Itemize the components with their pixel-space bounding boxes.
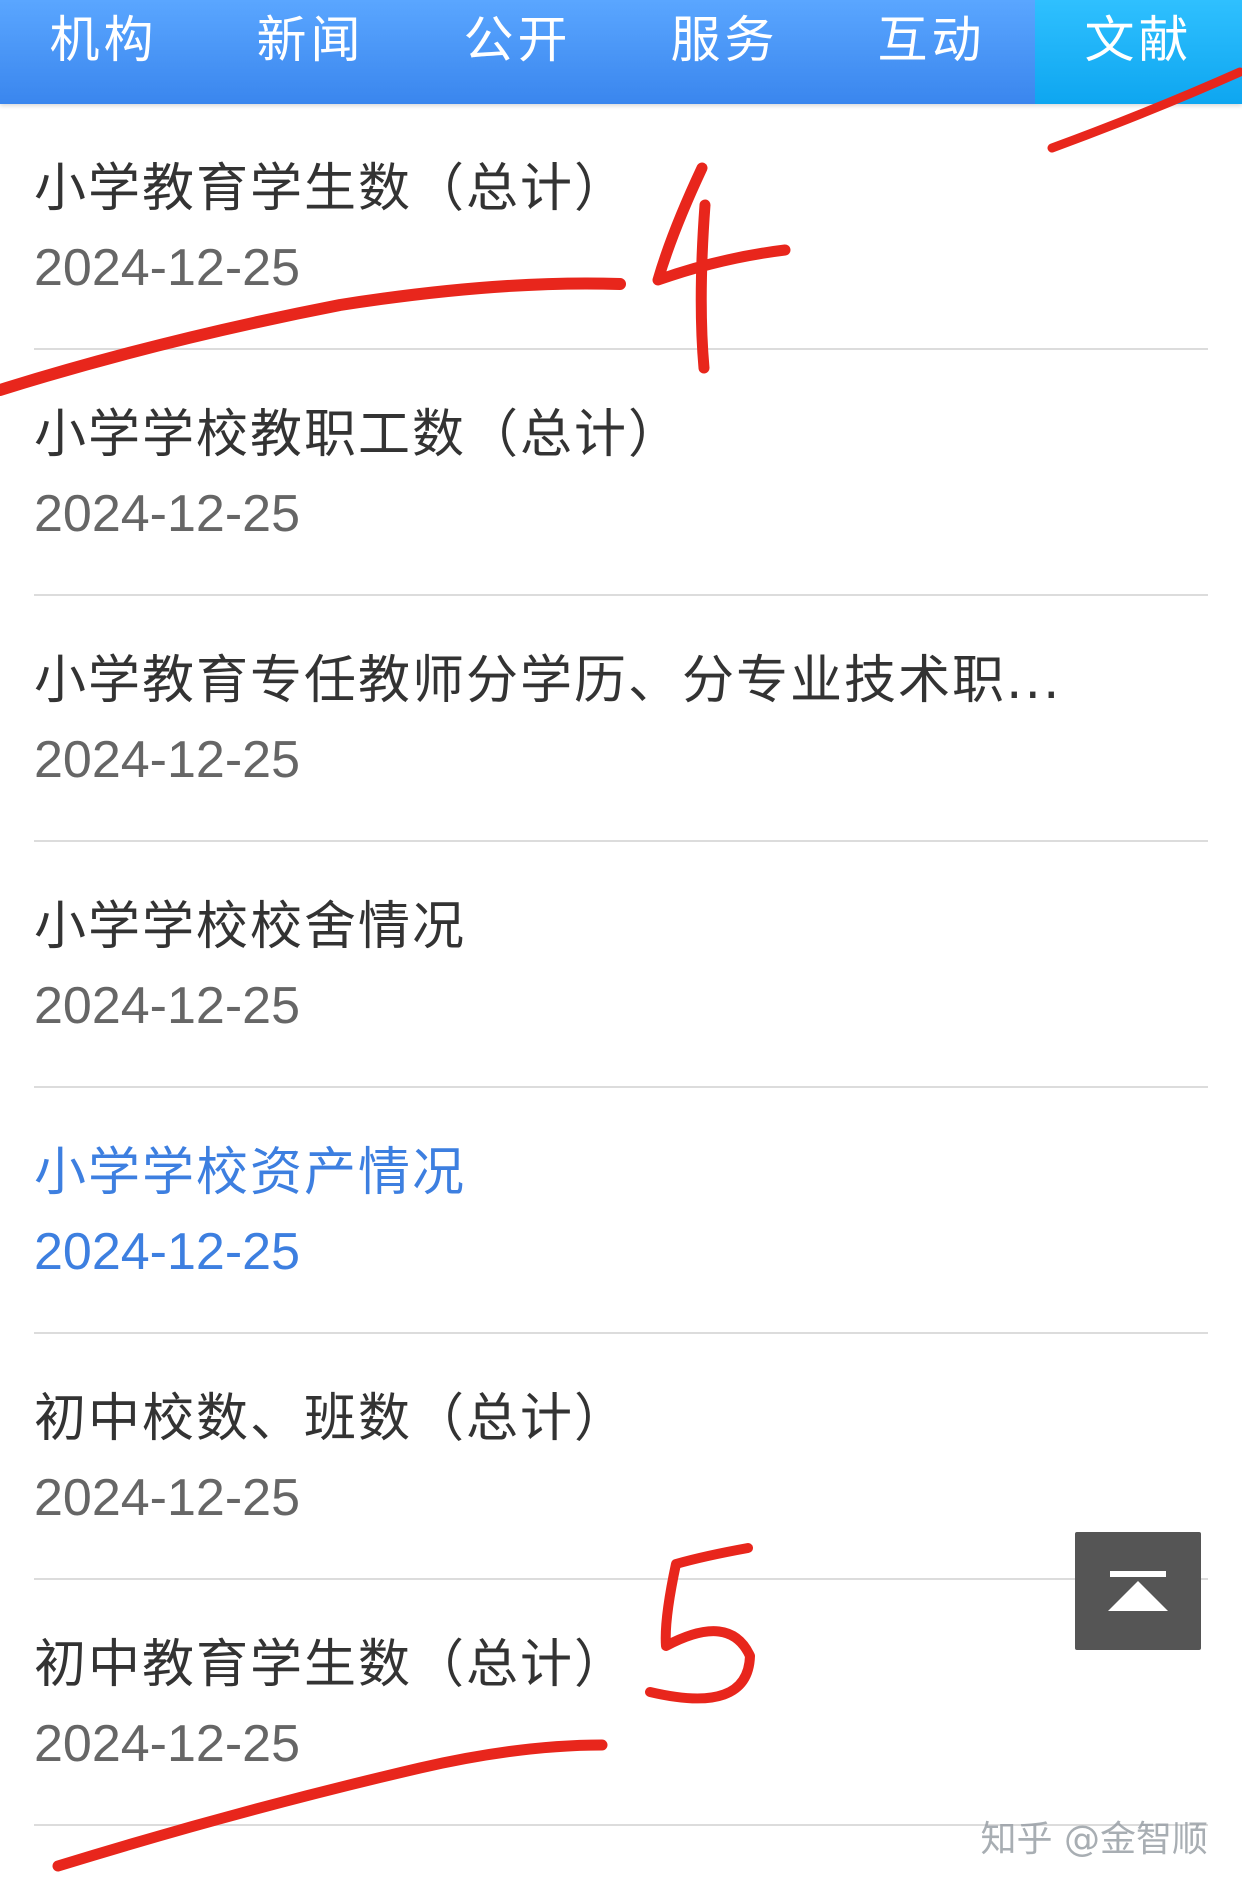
item-date: 2024-12-25 xyxy=(34,239,300,297)
list-item[interactable]: 初中教育学生数（总计） 2024-12-25 xyxy=(34,1580,1208,1826)
document-list: 小学教育学生数（总计） 2024-12-25 小学学校教职工数（总计） 2024… xyxy=(0,104,1242,1826)
tab-disclosure[interactable]: 公开 xyxy=(414,0,621,104)
tab-documents[interactable]: 文献 xyxy=(1035,0,1242,104)
item-date: 2024-12-25 xyxy=(34,1223,300,1281)
list-item[interactable]: 初中校数、班数（总计） 2024-12-25 xyxy=(34,1334,1208,1580)
list-item[interactable]: 小学教育专任教师分学历、分专业技术职... 2024-12-25 xyxy=(34,596,1208,842)
watermark: 知乎 @金智顺 xyxy=(980,1819,1208,1860)
back-to-top-button[interactable] xyxy=(1075,1532,1201,1650)
list-item[interactable]: 小学教育学生数（总计） 2024-12-25 xyxy=(34,104,1208,350)
item-date: 2024-12-25 xyxy=(34,731,300,789)
item-title: 小学教育专任教师分学历、分专业技术职... xyxy=(34,651,1062,711)
tab-institutions[interactable]: 机构 xyxy=(0,0,207,104)
list-item[interactable]: 小学学校校舍情况 2024-12-25 xyxy=(34,842,1208,1088)
tab-news[interactable]: 新闻 xyxy=(207,0,414,104)
tab-services[interactable]: 服务 xyxy=(621,0,828,104)
item-date: 2024-12-25 xyxy=(34,977,300,1035)
item-title: 初中校数、班数（总计） xyxy=(34,1389,629,1449)
list-item[interactable]: 小学学校教职工数（总计） 2024-12-25 xyxy=(34,350,1208,596)
back-to-top-icon xyxy=(1110,1571,1166,1577)
list-item-selected[interactable]: 小学学校资产情况 2024-12-25 xyxy=(34,1088,1208,1334)
tab-interaction[interactable]: 互动 xyxy=(828,0,1035,104)
item-title: 小学学校教职工数（总计） xyxy=(34,405,683,465)
item-title: 小学学校资产情况 xyxy=(34,1143,467,1203)
item-date: 2024-12-25 xyxy=(34,1469,300,1527)
up-arrow-icon xyxy=(1108,1581,1168,1611)
item-date: 2024-12-25 xyxy=(34,485,300,543)
item-title: 小学学校校舍情况 xyxy=(34,897,467,957)
item-date: 2024-12-25 xyxy=(34,1715,300,1773)
top-nav: 机构 新闻 公开 服务 互动 文献 xyxy=(0,0,1242,104)
item-title: 小学教育学生数（总计） xyxy=(34,159,629,219)
item-title: 初中教育学生数（总计） xyxy=(34,1635,629,1695)
